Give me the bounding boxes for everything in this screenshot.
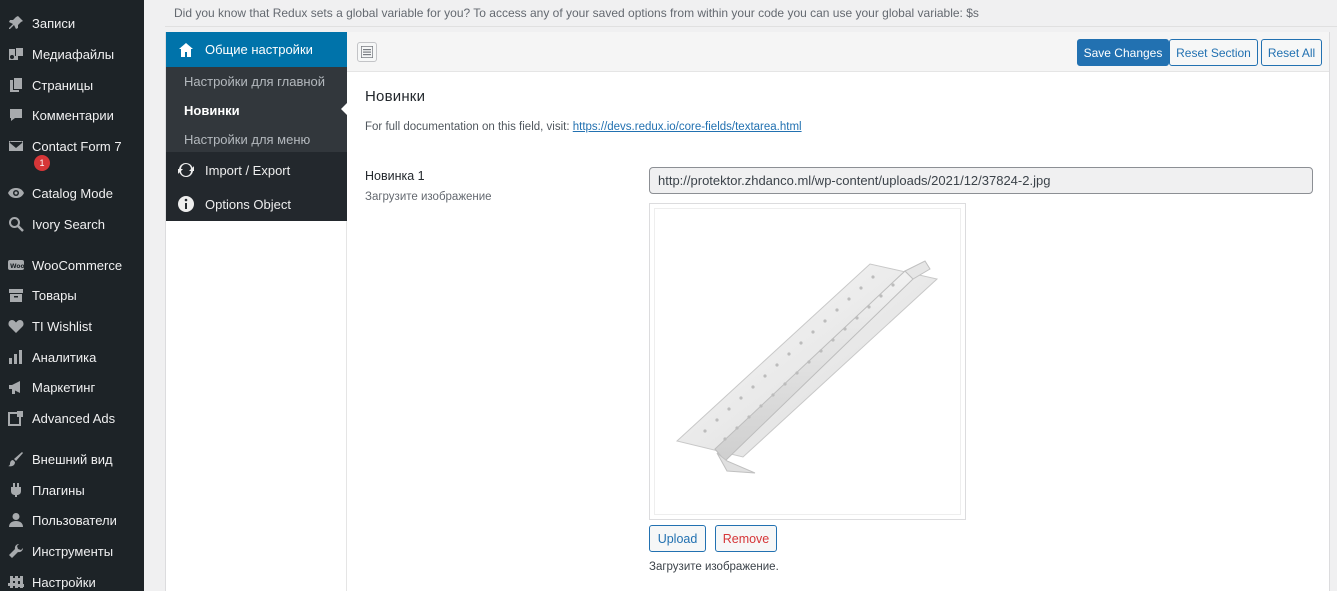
image-preview-frame xyxy=(654,208,961,515)
nav-subsection-menu-settings[interactable]: Настройки для меню xyxy=(184,132,310,147)
menu-item-plugins[interactable]: Плагины xyxy=(0,475,144,505)
megaphone-icon xyxy=(8,379,24,395)
user-icon xyxy=(8,512,24,528)
reset-all-button[interactable]: Reset All xyxy=(1261,39,1322,66)
redux-notice: Did you know that Redux sets a global va… xyxy=(165,0,1337,27)
menu-label: TI Wishlist xyxy=(32,318,92,334)
nav-section-import-export[interactable]: Import / Export xyxy=(166,153,347,187)
menu-label: Advanced Ads xyxy=(32,410,116,426)
media-icon xyxy=(8,46,24,62)
menu-item-posts[interactable]: Записи xyxy=(0,8,144,38)
field-subtitle: Загрузите изображение xyxy=(365,191,492,203)
page-icon xyxy=(8,77,24,93)
menu-item-marketing[interactable]: Маркетинг xyxy=(0,372,144,402)
nav-section-general[interactable]: Общие настройки xyxy=(166,32,347,67)
doc-prefix: For full documentation on this field, vi… xyxy=(365,121,573,133)
expand-icon xyxy=(361,46,373,58)
menu-item-media[interactable]: Медиафайлы xyxy=(0,39,144,69)
menu-item-advanced-ads[interactable]: Advanced Ads xyxy=(0,403,144,433)
section-title: Новинки xyxy=(365,88,426,105)
settings-icon xyxy=(8,574,24,590)
eye-icon xyxy=(8,185,24,201)
menu-item-users[interactable]: Пользователи xyxy=(0,505,144,535)
menu-label: Ivory Search xyxy=(32,216,105,232)
info-icon xyxy=(177,195,195,213)
plugin-icon xyxy=(8,482,24,498)
menu-item-tools[interactable]: Инструменты xyxy=(0,536,144,566)
field-title: Новинка 1 xyxy=(365,169,425,183)
menu-label: Настройки xyxy=(32,574,96,590)
wp-admin-menu: Записи Медиафайлы Страницы Комментарии C… xyxy=(0,0,144,591)
wrench-icon xyxy=(8,543,24,559)
nav-subsection-novelties[interactable]: Новинки xyxy=(184,103,240,118)
menu-item-contact-form[interactable]: Contact Form 7 xyxy=(0,131,144,161)
menu-label: Плагины xyxy=(32,482,85,498)
remove-button[interactable]: Remove xyxy=(715,525,777,552)
pin-icon xyxy=(8,15,24,31)
redux-nav: Общие настройки Настройки для главной Но… xyxy=(166,32,347,221)
bar-chart-icon xyxy=(8,349,24,365)
menu-label: Аналитика xyxy=(32,349,97,365)
menu-item-products[interactable]: Товары xyxy=(0,280,144,310)
menu-label: Медиафайлы xyxy=(32,46,115,62)
woo-icon: Woo xyxy=(8,257,24,273)
menu-item-comments[interactable]: Комментарии xyxy=(0,100,144,130)
action-bar: Save Changes Reset Section Reset All xyxy=(347,32,1329,72)
menu-item-pages[interactable]: Страницы xyxy=(0,70,144,100)
media-url-input[interactable] xyxy=(649,167,1313,194)
menu-label: Комментарии xyxy=(32,107,114,123)
corner-bead-profile-image xyxy=(675,260,939,474)
menu-item-analytics[interactable]: Аналитика xyxy=(0,342,144,372)
nav-section-label: Общие настройки xyxy=(205,42,313,57)
save-changes-button[interactable]: Save Changes xyxy=(1077,39,1169,66)
nav-section-label: Import / Export xyxy=(205,162,291,178)
menu-label: Инструменты xyxy=(32,543,114,559)
nav-subsection-home-settings[interactable]: Настройки для главной xyxy=(184,74,325,89)
field-description: Загрузите изображение. xyxy=(649,561,779,573)
expand-options-button[interactable] xyxy=(357,42,377,62)
reset-section-button[interactable]: Reset Section xyxy=(1169,39,1258,66)
menu-label: Внешний вид xyxy=(32,451,113,467)
envelope-icon xyxy=(8,138,24,154)
menu-label: Товары xyxy=(32,287,77,303)
menu-label: Записи xyxy=(32,15,76,31)
upload-button[interactable]: Upload xyxy=(649,525,706,552)
nav-section-options-object[interactable]: Options Object xyxy=(166,187,347,221)
nav-subsection-list: Настройки для главной Новинки Настройки … xyxy=(166,67,347,152)
heart-icon xyxy=(8,318,24,334)
doc-link[interactable]: https://devs.redux.io/core-fields/textar… xyxy=(573,121,802,133)
comment-icon xyxy=(8,107,24,123)
home-icon xyxy=(178,42,194,58)
brush-icon xyxy=(8,451,24,467)
ads-icon xyxy=(8,410,24,426)
menu-label: Маркетинг xyxy=(32,379,96,395)
menu-item-settings[interactable]: Настройки xyxy=(0,567,144,591)
refresh-icon xyxy=(177,161,195,179)
menu-label: Catalog Mode xyxy=(32,185,113,201)
menu-item-catalog-mode[interactable]: Catalog Mode xyxy=(0,178,144,208)
redux-panel: Общие настройки Настройки для главной Но… xyxy=(165,32,1330,591)
svg-text:Woo: Woo xyxy=(10,263,24,270)
menu-item-ivory-search[interactable]: Ivory Search xyxy=(0,209,144,239)
image-preview xyxy=(649,203,966,520)
menu-item-woocommerce[interactable]: Woo WooCommerce xyxy=(0,250,144,280)
nav-section-label: Options Object xyxy=(205,196,291,212)
redux-main: Save Changes Reset Section Reset All Нов… xyxy=(347,32,1331,591)
menu-label: Пользователи xyxy=(32,512,117,528)
menu-label: WooCommerce xyxy=(32,257,123,273)
menu-item-appearance[interactable]: Внешний вид xyxy=(0,444,144,474)
menu-label: Страницы xyxy=(32,77,94,93)
archive-icon xyxy=(8,287,24,303)
update-count-badge: 1 xyxy=(34,155,50,171)
section-description: For full documentation on this field, vi… xyxy=(365,121,802,133)
menu-label: Contact Form 7 xyxy=(32,138,122,154)
menu-item-ti-wishlist[interactable]: TI Wishlist xyxy=(0,311,144,341)
redux-sidebar: Общие настройки Настройки для главной Но… xyxy=(166,32,348,591)
search-icon xyxy=(8,216,24,232)
